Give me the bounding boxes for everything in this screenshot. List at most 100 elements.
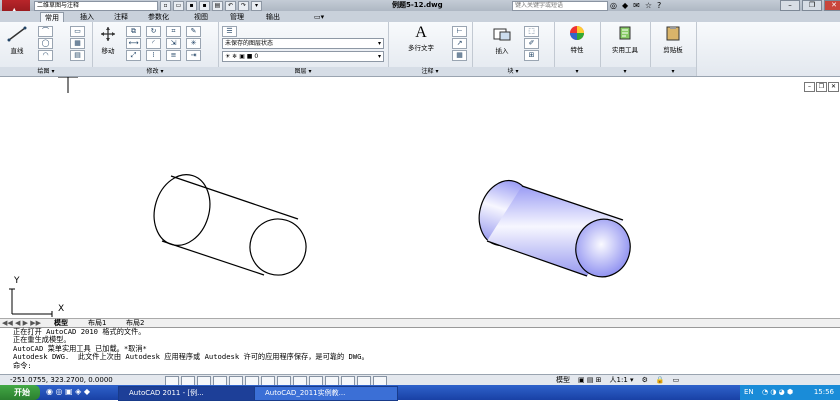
taskbar-item-document[interactable]: AutoCAD_2011实例教... xyxy=(254,386,398,401)
table-icon[interactable]: ▤ xyxy=(70,50,85,61)
polyline-icon[interactable]: ⌒ xyxy=(38,26,53,37)
attribute-icon[interactable]: ⊞ xyxy=(524,50,539,61)
command-window[interactable]: 正在打开 AutoCAD 2010 格式的文件。 正在重生成模型。 AutoCA… xyxy=(0,327,840,375)
block-panel-title[interactable]: 块 ▾ xyxy=(472,67,554,76)
properties-tool[interactable]: 特性 xyxy=(558,25,596,54)
window-controls: – ❐ ✕ xyxy=(780,0,840,11)
windows-taskbar: 开始 ◉ ◎ ▣ ◈ ◆ AutoCAD 2011 - [例... AutoCA… xyxy=(0,385,840,401)
language-indicator[interactable]: EN xyxy=(744,385,754,400)
draw-panel-title[interactable]: 绘图 ▾ xyxy=(0,67,92,76)
tray-icons[interactable]: ◔ ◑ ◕ ⬢ xyxy=(762,385,793,400)
move-tool[interactable]: 移动 xyxy=(95,26,121,55)
block-panel: 插入 ⬚ ✐ ⊞ 块 ▾ xyxy=(472,22,555,76)
taskbar-item-autocad[interactable]: AutoCAD 2011 - [例... xyxy=(118,386,262,401)
modify-panel: 移动 ⧉ ↻ ⌗ ✎ ⟷ ◜ ⇲ ✳ ⤢ ⁞ ≡ ⇥ 修改 ▾ xyxy=(92,22,219,76)
utilities-label: 实用工具 xyxy=(612,46,638,54)
copy-icon[interactable]: ⧉ xyxy=(126,26,141,37)
modify-panel-title[interactable]: 修改 ▾ xyxy=(92,67,218,76)
clipboard-icon xyxy=(666,26,680,41)
ucs-icon xyxy=(9,288,53,317)
tab-view[interactable]: 视图 xyxy=(190,12,212,22)
infocenter-icons: ◎ ◆ ✉ ☆ ? xyxy=(610,0,661,11)
rotate-icon[interactable]: ↻ xyxy=(146,26,161,37)
ribbon-minimize-toggle[interactable]: ▭▾ xyxy=(310,12,328,22)
shaded-cylinder xyxy=(478,180,631,278)
properties-panel: 特性 ▾ xyxy=(554,22,601,76)
qat-dropdown-icon[interactable]: ▾ xyxy=(251,1,262,11)
undo-icon[interactable]: ↶ xyxy=(225,1,236,11)
line-icon xyxy=(7,26,27,42)
stretch-icon[interactable]: ⇲ xyxy=(166,38,181,49)
mirror-icon[interactable]: ⟷ xyxy=(126,38,141,49)
layers-panel-title[interactable]: 图层 ▾ xyxy=(218,67,388,76)
tab-annotate[interactable]: 注释 xyxy=(110,12,132,22)
layer-state-select[interactable]: 未保存的图层状态 ▾ xyxy=(222,38,384,49)
draw-panel: 直线 ⌒ ◯ ◠ ▭ ▦ ▤ 绘图 ▾ xyxy=(0,22,93,76)
chevron-down-icon: ▾ xyxy=(377,53,381,60)
open-icon[interactable]: ▭ xyxy=(173,1,184,11)
workspace-switcher[interactable]: 二维草图与注释 xyxy=(34,1,158,11)
plot-icon[interactable]: ▤ xyxy=(212,1,223,11)
quick-launch-icons[interactable]: ◉ ◎ ▣ ◈ ◆ xyxy=(46,387,90,396)
viewport-controls: – ❐ ✕ xyxy=(804,82,839,92)
new-icon[interactable]: ▫ xyxy=(160,1,171,11)
table-icon[interactable]: ▦ xyxy=(452,50,467,61)
viewport-close-button[interactable]: ✕ xyxy=(828,82,839,92)
redo-icon[interactable]: ↷ xyxy=(238,1,249,11)
insert-label: 插入 xyxy=(495,47,509,55)
clipboard-tool[interactable]: 剪贴板 xyxy=(654,25,692,54)
help-icon[interactable]: ? xyxy=(657,0,661,11)
line-tool[interactable]: 直线 xyxy=(4,26,30,55)
binoculars-icon[interactable]: ◎ xyxy=(610,0,617,11)
layer-select[interactable]: ☀ ❄ ▣ ■ 0 ▾ xyxy=(222,51,384,62)
mtext-label: 多行文字 xyxy=(408,44,434,52)
tab-parametric[interactable]: 参数化 xyxy=(144,12,173,22)
restore-button[interactable]: ❐ xyxy=(802,0,822,11)
clock: 15:56 xyxy=(813,388,834,396)
save-icon[interactable]: ▪ xyxy=(186,1,197,11)
edit-block-icon[interactable]: ✐ xyxy=(524,38,539,49)
leader-icon[interactable]: ↗ xyxy=(452,38,467,49)
dimension-icon[interactable]: ⊢ xyxy=(452,26,467,37)
extend-icon[interactable]: ⇥ xyxy=(186,50,201,61)
fillet-icon[interactable]: ◜ xyxy=(146,38,161,49)
document-title: 例题5-12.dwg xyxy=(392,1,443,9)
search-input[interactable]: 键入关键字或短语 xyxy=(512,1,608,11)
properties-expand[interactable]: ▾ xyxy=(554,67,600,76)
communication-icon[interactable]: ✉ xyxy=(633,0,640,11)
create-block-icon[interactable]: ⬚ xyxy=(524,26,539,37)
trim-icon[interactable]: ⌗ xyxy=(166,26,181,37)
insert-block-tool[interactable]: 插入 xyxy=(486,26,518,55)
circle-icon[interactable]: ◯ xyxy=(38,38,53,49)
utilities-tool[interactable]: 实用工具 xyxy=(604,25,646,54)
utilities-expand[interactable]: ▾ xyxy=(600,67,650,76)
command-prompt[interactable]: 命令: xyxy=(0,361,840,370)
clipboard-panel: 剪贴板 ▾ xyxy=(650,22,697,76)
layer-properties-icon[interactable]: ☰ xyxy=(222,26,237,37)
viewport-minimize-button[interactable]: – xyxy=(804,82,815,92)
close-button[interactable]: ✕ xyxy=(824,0,840,11)
drawing-canvas[interactable]: Y X xyxy=(0,71,840,317)
array-icon[interactable]: ⁞ xyxy=(146,50,161,61)
rectangle-icon[interactable]: ▭ xyxy=(70,26,85,37)
subscription-icon[interactable]: ◆ xyxy=(622,0,628,11)
mtext-tool[interactable]: A 多行文字 xyxy=(400,25,442,53)
hatch-icon[interactable]: ▦ xyxy=(70,38,85,49)
tab-output[interactable]: 输出 xyxy=(262,12,284,22)
tab-manage[interactable]: 管理 xyxy=(226,12,248,22)
favorites-icon[interactable]: ☆ xyxy=(645,0,652,11)
viewport-restore-button[interactable]: ❐ xyxy=(816,82,827,92)
ucs-x-label: X xyxy=(58,304,64,314)
explode-icon[interactable]: ✳ xyxy=(186,38,201,49)
tab-insert[interactable]: 插入 xyxy=(76,12,98,22)
arc-icon[interactable]: ◠ xyxy=(38,50,53,61)
annotation-panel-title[interactable]: 注释 ▾ xyxy=(388,67,472,76)
save-as-icon[interactable]: ▪ xyxy=(199,1,210,11)
scale-icon[interactable]: ⤢ xyxy=(126,50,141,61)
offset-icon[interactable]: ≡ xyxy=(166,50,181,61)
clipboard-expand[interactable]: ▾ xyxy=(650,67,696,76)
erase-icon[interactable]: ✎ xyxy=(186,26,201,37)
start-button[interactable]: 开始 xyxy=(0,385,40,400)
minimize-button[interactable]: – xyxy=(780,0,800,11)
properties-label: 特性 xyxy=(570,46,584,54)
